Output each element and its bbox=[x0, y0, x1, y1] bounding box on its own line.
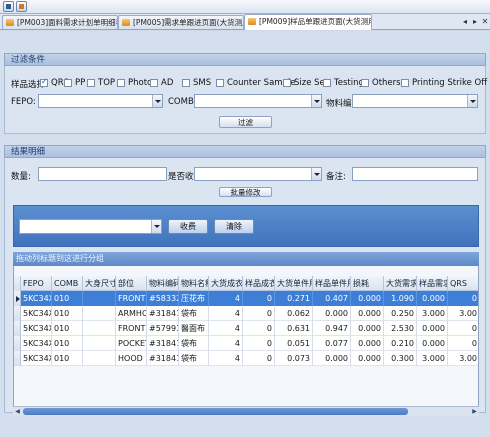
checkbox-photo[interactable] bbox=[117, 79, 125, 87]
toolbar bbox=[0, 0, 490, 14]
table-row[interactable]: 5KC34X5... 010 FRONT&... #583323 压花布 4 0… bbox=[14, 291, 478, 306]
table-row[interactable]: 5KC34X5... 010 FRONT /... #579910 醫面布 4 … bbox=[14, 321, 478, 336]
column-header[interactable]: 大货需求... bbox=[384, 276, 417, 291]
row-indicator bbox=[14, 351, 21, 366]
column-header[interactable]: 物料名称 bbox=[179, 276, 209, 291]
column-header[interactable]: 损耗 bbox=[351, 276, 384, 291]
table-row[interactable]: 5KC34X5... 010 HOOD S... #318411 袋布 4 0 … bbox=[14, 351, 478, 366]
comb-label: COMB: bbox=[168, 97, 197, 107]
tab-pm005[interactable]: [PM005]需求单跟进页面(大货测用户 bbox=[118, 15, 244, 29]
remark-input[interactable] bbox=[352, 167, 478, 181]
column-header[interactable]: 大货单件用... bbox=[275, 276, 313, 291]
column-header[interactable]: QRS bbox=[448, 276, 478, 291]
column-header[interactable]: COMB bbox=[52, 276, 83, 291]
checkbox-sms[interactable] bbox=[182, 79, 190, 87]
tab-prev-icon[interactable]: ◂ bbox=[460, 16, 470, 27]
document-icon bbox=[6, 19, 14, 26]
chevron-down-icon[interactable] bbox=[151, 220, 161, 233]
scroll-left-icon[interactable]: ◀ bbox=[13, 407, 22, 416]
document-icon bbox=[122, 19, 130, 26]
remark-label: 备注: bbox=[326, 172, 346, 182]
filter-section-header[interactable]: 过滤条件 bbox=[4, 53, 486, 66]
checkbox-label: Testing bbox=[334, 78, 364, 88]
comb-combo[interactable] bbox=[194, 94, 322, 108]
clear-button[interactable]: 清除 bbox=[214, 219, 254, 234]
qty-input[interactable] bbox=[38, 167, 167, 181]
column-header[interactable]: 样品成衣... bbox=[243, 276, 275, 291]
checkbox-testing[interactable] bbox=[323, 79, 331, 87]
filter-button[interactable]: 过滤 bbox=[219, 116, 272, 128]
results-section-header[interactable]: 结果明细 bbox=[4, 145, 486, 158]
checkbox-size-set[interactable] bbox=[283, 79, 291, 87]
checkbox-top[interactable] bbox=[87, 79, 95, 87]
column-header[interactable]: 样品需求... bbox=[417, 276, 448, 291]
chevron-down-icon[interactable] bbox=[152, 95, 162, 107]
receive-button[interactable]: 收费 bbox=[168, 219, 208, 234]
column-header[interactable]: 部位 bbox=[116, 276, 147, 291]
fepo-label: FEPO: bbox=[11, 97, 36, 107]
checkbox-label: TOP bbox=[98, 78, 116, 88]
chevron-down-icon[interactable] bbox=[311, 168, 321, 180]
column-header[interactable]: 大货成衣... bbox=[209, 276, 243, 291]
save-icon[interactable] bbox=[3, 1, 14, 12]
scrollbar-thumb[interactable] bbox=[23, 408, 408, 415]
tab-pm003[interactable]: [PM003]面料需求计划单明细表 bbox=[2, 15, 118, 29]
tab-next-icon[interactable]: ▸ bbox=[470, 16, 480, 27]
document-icon bbox=[248, 18, 256, 25]
fepo-combo[interactable] bbox=[38, 94, 163, 108]
batch-edit-button[interactable]: 批量修改 bbox=[219, 187, 272, 197]
checkbox-pp[interactable] bbox=[64, 79, 72, 87]
checkbox-ad[interactable] bbox=[150, 79, 158, 87]
tab-pm009[interactable]: [PM009]样品单跟进页面(大货测用户 bbox=[244, 14, 372, 30]
checkbox-label: PP bbox=[75, 78, 86, 88]
checkbox-others[interactable] bbox=[361, 79, 369, 87]
grid-header-row: FEPO COMB 大身尺寸 部位 物料编码 物料名称 大货成衣... 样品成衣… bbox=[14, 276, 478, 291]
group-drag-area[interactable]: 拖动列标题到这进行分组 bbox=[13, 252, 479, 266]
row-indicator bbox=[14, 276, 21, 291]
edit-icon[interactable] bbox=[16, 1, 27, 12]
row-indicator bbox=[14, 306, 21, 321]
column-header[interactable]: 样品单件用量 bbox=[313, 276, 351, 291]
checkbox-label: SMS bbox=[193, 78, 212, 88]
chevron-down-icon[interactable] bbox=[311, 95, 321, 107]
checkbox-label: AD bbox=[161, 78, 174, 88]
column-header[interactable]: FEPO bbox=[21, 276, 52, 291]
checkbox-printing-strike-off[interactable] bbox=[401, 79, 409, 87]
chevron-down-icon[interactable] bbox=[467, 95, 477, 107]
scroll-right-icon[interactable]: ▶ bbox=[470, 407, 479, 416]
table-row[interactable]: 5KC34X5... 010 POCKET ... #318411 袋布 4 0… bbox=[14, 336, 478, 351]
received-combo[interactable] bbox=[194, 167, 322, 181]
close-icon[interactable]: ✕ bbox=[480, 16, 490, 27]
checkbox-label: Photo bbox=[128, 78, 153, 88]
row-indicator bbox=[14, 321, 21, 336]
checkbox-label: Others bbox=[372, 78, 401, 88]
checkbox-label: Printing Strike Off bbox=[412, 78, 488, 88]
current-row-icon bbox=[14, 291, 21, 306]
search-combo[interactable] bbox=[19, 219, 162, 234]
checkbox-qrs[interactable] bbox=[40, 77, 48, 87]
tab-strip: [PM003]面料需求计划单明细表 [PM005]需求单跟进页面(大货测用户 [… bbox=[0, 14, 490, 30]
qty-label: 数量: bbox=[11, 172, 31, 182]
table-row[interactable]: 5KC34X5... 010 ARMHOL... #318411 袋布 4 0 … bbox=[14, 306, 478, 321]
results-grid: FEPO COMB 大身尺寸 部位 物料编码 物料名称 大货成衣... 样品成衣… bbox=[13, 266, 479, 416]
column-header[interactable]: 物料编码 bbox=[147, 276, 179, 291]
horizontal-scrollbar[interactable]: ◀ ▶ bbox=[13, 406, 479, 416]
column-header[interactable]: 大身尺寸 bbox=[83, 276, 116, 291]
checkbox-counter-sample[interactable] bbox=[216, 79, 224, 87]
row-indicator bbox=[14, 336, 21, 351]
material-combo[interactable] bbox=[352, 94, 478, 108]
